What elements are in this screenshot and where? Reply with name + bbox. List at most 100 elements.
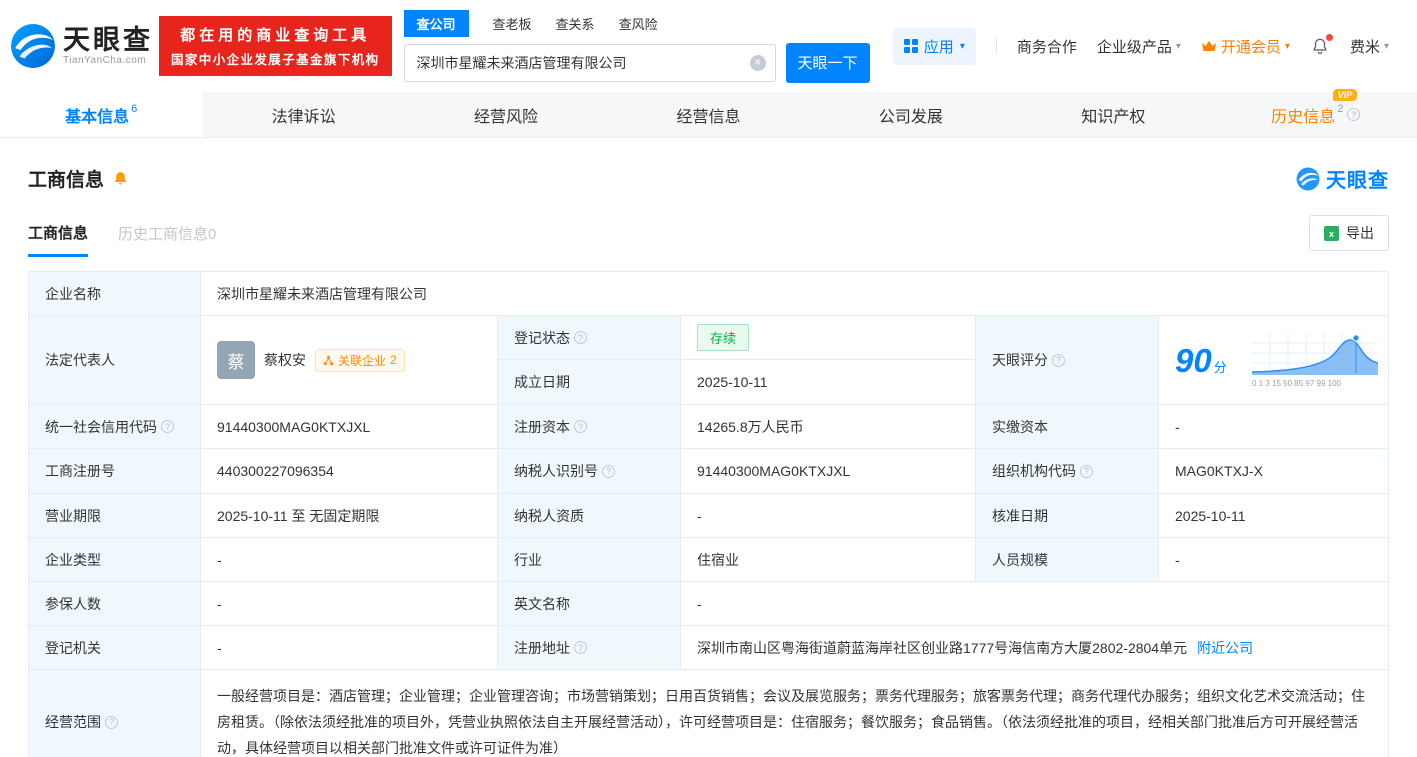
export-button[interactable]: x 导出 [1309, 215, 1389, 251]
status-badge[interactable]: 存续 [697, 324, 750, 351]
tab-company-development[interactable]: 公司发展 [810, 92, 1012, 137]
search-area: 查公司 查老板 查关系 查风险 × 天眼一下 [403, 9, 870, 83]
tab-label: 经营风险 [474, 108, 539, 126]
related-companies-badge[interactable]: 关联企业 2 [315, 348, 405, 372]
tab-count: 6 [131, 102, 138, 115]
field-value-insured-count: - [201, 582, 498, 626]
help-icon[interactable]: ? [1347, 108, 1361, 121]
help-icon[interactable]: ? [161, 420, 174, 433]
field-value-business-term: 2025-10-11 至 无固定期限 [201, 494, 498, 538]
logo-domain: TianYanCha.com [63, 55, 147, 67]
tab-label: 经营信息 [676, 108, 741, 126]
search-tab-boss[interactable]: 查老板 [493, 14, 532, 33]
tab-count: 2 [1337, 102, 1344, 115]
nav-divider [995, 38, 997, 54]
legal-rep-name-link[interactable]: 蔡权安 [264, 350, 306, 370]
field-value-paid-capital: - [1159, 405, 1388, 449]
apps-menu[interactable]: 应用 ▾ [892, 27, 976, 65]
field-label-english-name: 英文名称 [498, 582, 681, 626]
legal-rep-avatar[interactable]: 蔡 [217, 341, 255, 379]
field-value-english-name: - [681, 582, 1388, 626]
search-input[interactable] [403, 43, 776, 82]
chevron-down-icon: ▾ [959, 40, 965, 52]
field-label-company-type: 企业类型 [29, 538, 201, 582]
network-icon [323, 355, 334, 365]
crown-icon [1201, 41, 1216, 51]
watermark-label: 天眼查 [1326, 170, 1389, 192]
open-vip-label: 开通会员 [1220, 38, 1281, 56]
excel-icon: x [1324, 225, 1339, 241]
tab-legal-litigation[interactable]: 法律诉讼 [202, 92, 404, 137]
help-icon[interactable]: ? [574, 641, 587, 654]
score-axis-labels: 0 1 3 15 50 85 97 99 100 [1252, 378, 1341, 388]
apps-label: 应用 [923, 38, 954, 56]
nav-enterprise-products[interactable]: 企业级产品 ▾ [1097, 36, 1181, 57]
help-icon[interactable]: ? [105, 715, 118, 729]
help-icon[interactable]: ? [1052, 353, 1065, 367]
field-value-staff-size: - [1159, 538, 1388, 582]
chevron-down-icon: ▾ [1175, 40, 1181, 52]
logo-wordmark: 天眼查 [63, 24, 153, 55]
field-label-approval-date: 核准日期 [976, 494, 1159, 538]
field-value-registration-authority: - [201, 626, 498, 670]
nav-open-vip[interactable]: 开通会员 ▾ [1201, 36, 1290, 57]
user-menu[interactable]: 费米 ▾ [1350, 36, 1389, 57]
search-button[interactable]: 天眼一下 [785, 42, 870, 83]
vip-badge: VIP [1332, 88, 1358, 101]
tab-operating-risk[interactable]: 经营风险 [405, 92, 607, 137]
username-label: 费米 [1349, 38, 1380, 56]
tab-label: 历史信息 [1271, 108, 1336, 126]
field-label-business-term: 营业期限 [29, 494, 201, 538]
field-label-registration-number: 工商注册号 [29, 449, 201, 494]
company-nav-tabs: 基本信息 6 法律诉讼 经营风险 经营信息 公司发展 知识产权 历史信息 2 VIP… [0, 88, 1417, 138]
field-label-taxpayer-qualification: 纳税人资质 [498, 494, 681, 538]
tab-intellectual-property[interactable]: 知识产权 [1012, 92, 1214, 137]
field-value-tianyan-score: 90 分 0 1 3 15 50 85 97 99 100 [1159, 316, 1388, 405]
tab-operating-info[interactable]: 经营信息 [607, 92, 809, 137]
notification-bell[interactable] [1310, 34, 1333, 56]
subtab-label: 历史工商信息 [118, 226, 209, 243]
tianyancha-logo[interactable]: 天眼查 TianYanCha.com [10, 23, 153, 69]
help-icon[interactable]: ? [602, 464, 615, 478]
search-tab-relation[interactable]: 查关系 [556, 14, 595, 33]
field-value-registered-address: 深圳市南山区粤海街道蔚蓝海岸社区创业路1777号海信南方大厦2802-2804单… [681, 626, 1388, 670]
export-label: 导出 [1346, 225, 1374, 241]
help-icon[interactable]: ? [574, 331, 587, 344]
subtab-history-business-info[interactable]: 历史工商信息0 [118, 223, 216, 257]
field-value-taxpayer-qualification: - [681, 494, 976, 538]
tab-history-info[interactable]: 历史信息 2 VIP ? [1215, 88, 1417, 137]
search-tab-risk[interactable]: 查风险 [619, 14, 658, 33]
cooperation-label: 商务合作 [1016, 38, 1077, 56]
tianyancha-logo-icon [11, 24, 55, 68]
help-icon[interactable]: ? [1080, 464, 1093, 478]
field-label-legal-representative: 法定代表人 [29, 316, 201, 405]
nav-cooperation[interactable]: 商务合作 [1017, 36, 1077, 57]
svg-text:x: x [1329, 229, 1334, 239]
subtab-bar: 工商信息 历史工商信息0 x 导出 [0, 215, 1417, 257]
field-label-insured-count: 参保人数 [29, 582, 201, 626]
field-label-paid-capital: 实缴资本 [976, 405, 1159, 449]
field-label-registered-address: 注册地址? [498, 626, 681, 670]
chevron-down-icon: ▾ [1284, 40, 1290, 52]
search-tab-company[interactable]: 查公司 [403, 9, 469, 37]
help-icon[interactable]: ? [574, 420, 587, 433]
field-label-staff-size: 人员规模 [976, 538, 1159, 582]
subtab-business-info[interactable]: 工商信息 [28, 222, 89, 257]
field-label-credit-code: 统一社会信用代码? [29, 405, 201, 449]
field-label-registration-authority: 登记机关 [29, 626, 201, 670]
nearby-companies-link[interactable]: 附近公司 [1197, 638, 1253, 658]
tianyancha-watermark-icon [1296, 167, 1320, 190]
promo-banner: 都在用的商业查询工具 国家中小企业发展子基金旗下机构 [159, 16, 392, 76]
business-info-table: 企业名称 深圳市星耀未来酒店管理有限公司 法定代表人 蔡 蔡权安 关联企业 2 … [28, 271, 1389, 757]
subtab-count: 0 [208, 226, 217, 243]
field-value-credit-code: 91440300MAG0KTXJXL [201, 405, 498, 449]
field-label-business-scope: 经营范围? [29, 670, 201, 757]
clear-search-icon[interactable]: × [749, 54, 766, 71]
chevron-down-icon: ▾ [1383, 40, 1389, 52]
section-header: 工商信息 天眼查 [0, 138, 1417, 193]
tab-basic-info[interactable]: 基本信息 6 [0, 92, 203, 137]
field-label-establish-date: 成立日期 [498, 360, 681, 405]
top-header: 天眼查 TianYanCha.com 都在用的商业查询工具 国家中小企业发展子基… [0, 0, 1417, 92]
notification-badge [1325, 34, 1333, 41]
subscribe-bell-icon[interactable] [112, 170, 129, 187]
